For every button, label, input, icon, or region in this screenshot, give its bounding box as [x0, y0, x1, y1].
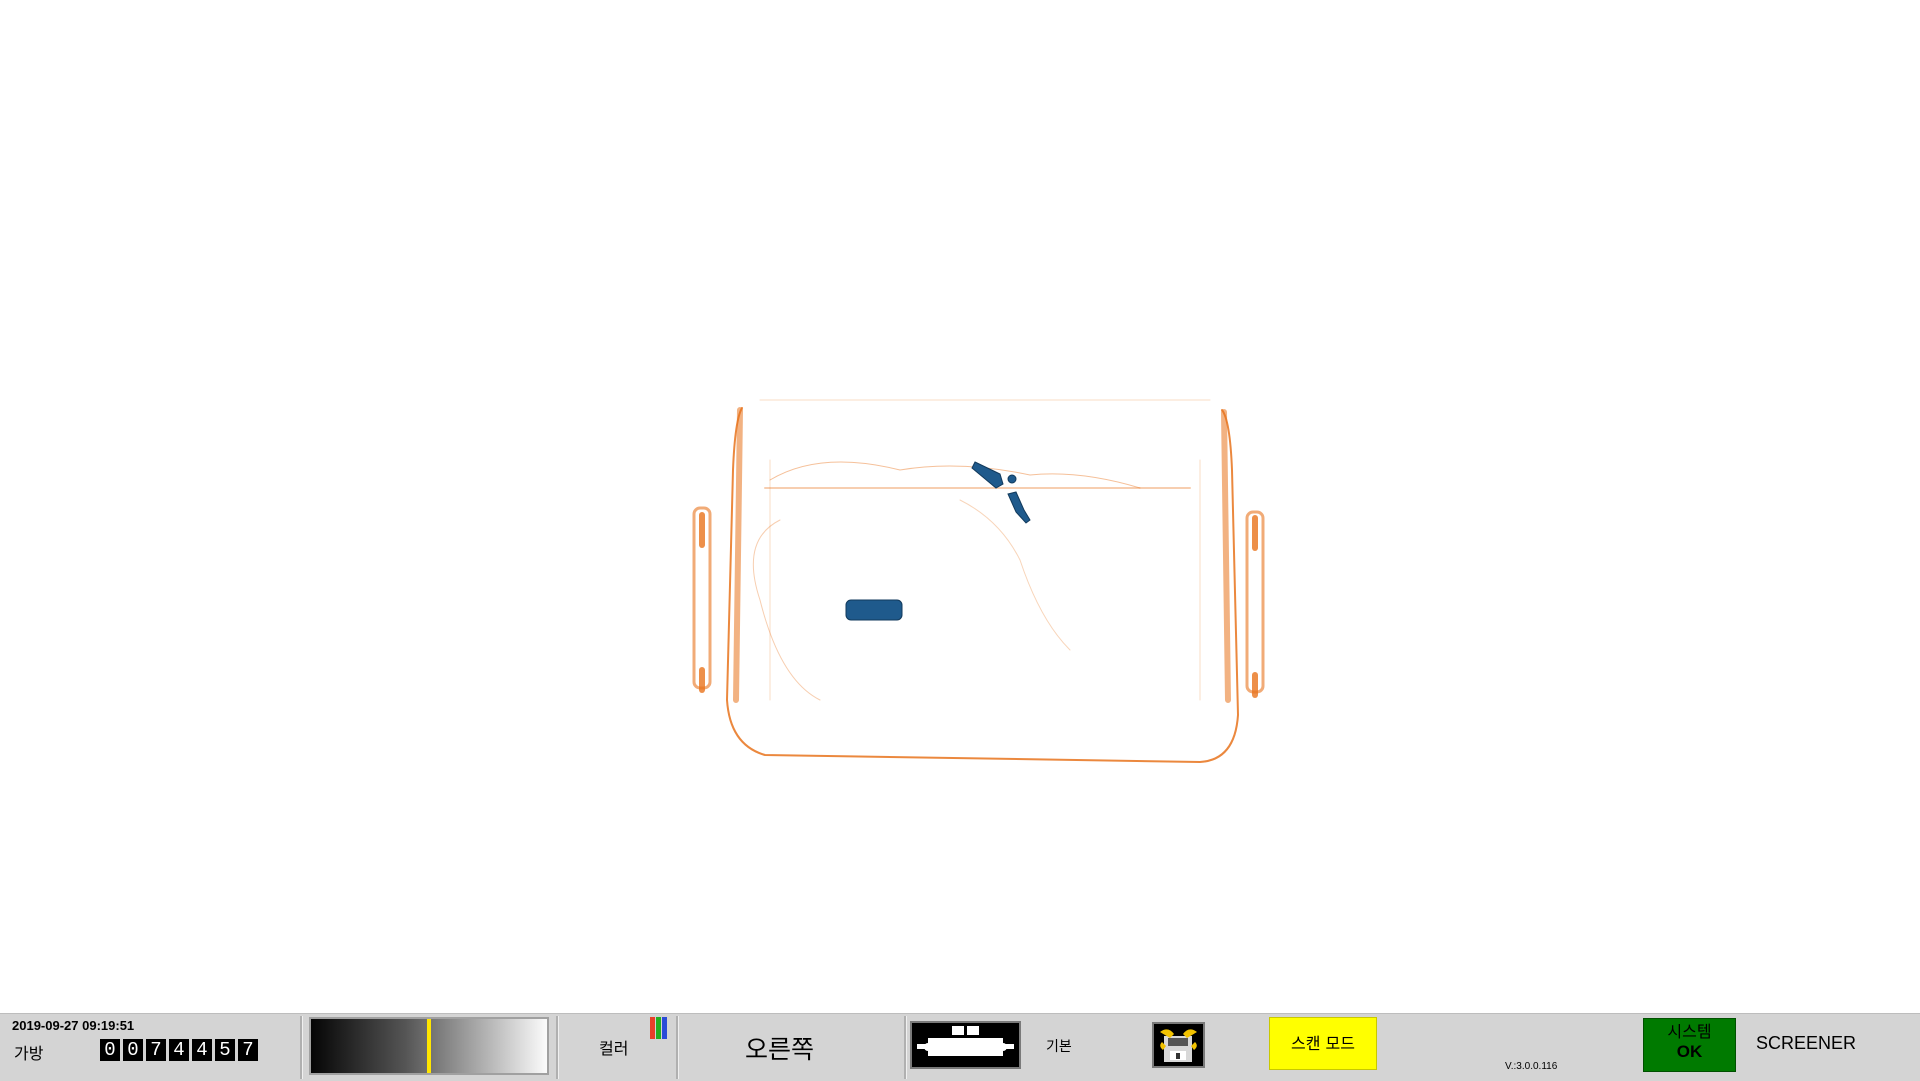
divider — [676, 1016, 679, 1079]
system-status-value: OK — [1676, 1042, 1703, 1061]
belt-direction-label[interactable]: 오른쪽 — [745, 1030, 814, 1066]
color-bar-blue — [662, 1017, 667, 1039]
save-disk-icon — [1160, 1029, 1197, 1062]
divider — [300, 1016, 303, 1079]
counter-digit: 0 — [100, 1039, 120, 1061]
scan-mode-button[interactable]: 스캔 모드 — [1269, 1017, 1377, 1070]
system-status-indicator[interactable]: 시스템 OK — [1643, 1018, 1736, 1072]
user-role-label: SCREENER — [1756, 1033, 1857, 1053]
contrast-gradient-slider[interactable] — [309, 1017, 549, 1075]
counter-digit: 7 — [238, 1039, 258, 1061]
color-bar-red — [650, 1017, 655, 1039]
version-label: V.:3.0.0.116 — [1505, 1061, 1558, 1072]
datetime-display: 2019-09-27 09:19:51 — [12, 1018, 135, 1033]
status-bar: 2019-09-27 09:19:51 가방 0 0 7 4 4 5 7 컬러 … — [0, 1013, 1920, 1081]
counter-digit: 0 — [123, 1039, 143, 1061]
color-mode-icon[interactable] — [650, 1017, 668, 1039]
divider — [556, 1016, 559, 1079]
divider — [904, 1016, 907, 1079]
conveyor-belt-icon — [917, 1026, 1014, 1056]
bag-counter: 0 0 7 4 4 5 7 — [100, 1039, 258, 1061]
image-mode-label[interactable]: 기본 — [1046, 1036, 1072, 1056]
counter-digit: 4 — [169, 1039, 189, 1061]
color-mode-label[interactable]: 컬러 — [599, 1035, 628, 1059]
conveyor-belt-button[interactable] — [910, 1021, 1021, 1069]
gradient-level-marker[interactable] — [427, 1019, 431, 1073]
counter-digit: 5 — [215, 1039, 235, 1061]
save-image-button[interactable] — [1152, 1022, 1205, 1068]
counter-digit: 7 — [146, 1039, 166, 1061]
system-status-title: 시스템 — [1667, 1022, 1712, 1041]
xray-bag-scan — [692, 399, 1265, 764]
color-bar-green — [656, 1017, 661, 1039]
bag-count-label: 가방 — [14, 1044, 44, 1063]
counter-digit: 4 — [192, 1039, 212, 1061]
xray-image-viewer — [0, 0, 1920, 1013]
